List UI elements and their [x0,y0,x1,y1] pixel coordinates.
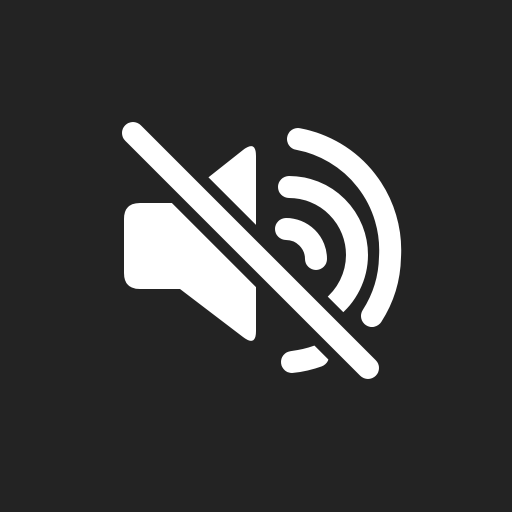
inner-wave [275,218,327,270]
volume-mute-icon [122,122,402,379]
lower-wave-stub [281,345,329,373]
icon-canvas [0,0,512,512]
